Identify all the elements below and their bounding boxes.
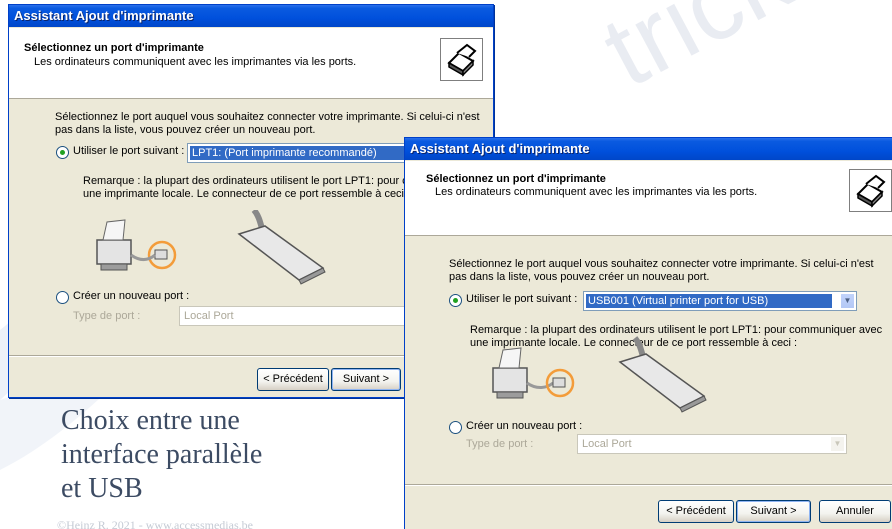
port-select[interactable]: USB001 (Virtual printer port for USB) ▼ — [583, 291, 857, 311]
slide-caption: Choix entre une interface parallèle et U… — [61, 404, 262, 506]
wizard-header: Sélectionnez un port d'imprimante Les or… — [9, 28, 493, 99]
copyright-notice: ©Heinz R. 2021 - www.accessmedias.be — [57, 518, 253, 529]
chevron-down-icon[interactable]: ▼ — [830, 436, 845, 452]
port-select-value: USB001 (Virtual printer port for USB) — [586, 294, 832, 308]
caption-line-1: Choix entre une — [61, 405, 240, 436]
port-type-label: Type de port : — [73, 310, 141, 322]
create-new-port-label[interactable]: Créer un nouveau port : — [73, 290, 189, 302]
header-subtitle: Les ordinateurs communiquent avec les im… — [34, 56, 357, 68]
caption-line-2: interface parallèle — [61, 439, 263, 470]
next-button[interactable]: Suivant > — [331, 368, 401, 391]
use-existing-port-radio[interactable] — [449, 294, 462, 307]
create-new-port-label[interactable]: Créer un nouveau port : — [466, 420, 582, 432]
footer-divider — [405, 484, 892, 486]
back-button[interactable]: < Précédent — [257, 368, 329, 391]
intro-line-1: Sélectionnez le port auquel vous souhait… — [55, 111, 480, 123]
header-title: Sélectionnez un port d'imprimante — [24, 42, 204, 54]
intro-line-2: pas dans la liste, vous pouvez créer un … — [449, 271, 710, 283]
port-type-value: Local Port — [582, 438, 632, 450]
titlebar: Assistant Ajout d'imprimante — [9, 5, 493, 27]
header-title: Sélectionnez un port d'imprimante — [426, 173, 606, 185]
note-line-2: une imprimante locale. Le connecteur de … — [83, 188, 411, 200]
note-line-1: Remarque : la plupart des ordinateurs ut… — [83, 175, 445, 187]
header-subtitle: Les ordinateurs communiquent avec les im… — [435, 186, 758, 198]
chevron-down-icon[interactable]: ▼ — [840, 293, 855, 309]
use-existing-port-label[interactable]: Utiliser le port suivant : — [466, 293, 577, 305]
port-type-value: Local Port — [184, 310, 234, 322]
port-type-select[interactable]: Local Port ▼ — [577, 434, 847, 454]
slide: trick Assistant Ajout d'imprimante Sélec… — [0, 0, 892, 529]
wizard-header: Sélectionnez un port d'imprimante Les or… — [405, 161, 892, 236]
cancel-button[interactable]: Annuler — [819, 500, 891, 523]
use-existing-port-label[interactable]: Utiliser le port suivant : — [73, 145, 184, 157]
use-existing-port-radio[interactable] — [56, 146, 69, 159]
port-type-label: Type de port : — [466, 438, 534, 450]
printer-parallel-cable-icon — [96, 210, 326, 285]
titlebar: Assistant Ajout d'imprimante — [405, 138, 892, 160]
next-button[interactable]: Suivant > — [736, 500, 811, 523]
back-button[interactable]: < Précédent — [658, 500, 734, 523]
printer-parallel-cable-icon — [492, 336, 707, 413]
create-new-port-radio[interactable] — [56, 291, 69, 304]
printer-wizard-icon — [440, 38, 483, 81]
intro-line-1: Sélectionnez le port auquel vous souhait… — [449, 258, 874, 270]
caption-line-3: et USB — [61, 473, 143, 504]
create-new-port-radio[interactable] — [449, 421, 462, 434]
add-printer-wizard-front: Assistant Ajout d'imprimante Sélectionne… — [404, 137, 892, 529]
intro-line-2: pas dans la liste, vous pouvez créer un … — [55, 124, 316, 136]
printer-wizard-icon — [849, 169, 892, 212]
